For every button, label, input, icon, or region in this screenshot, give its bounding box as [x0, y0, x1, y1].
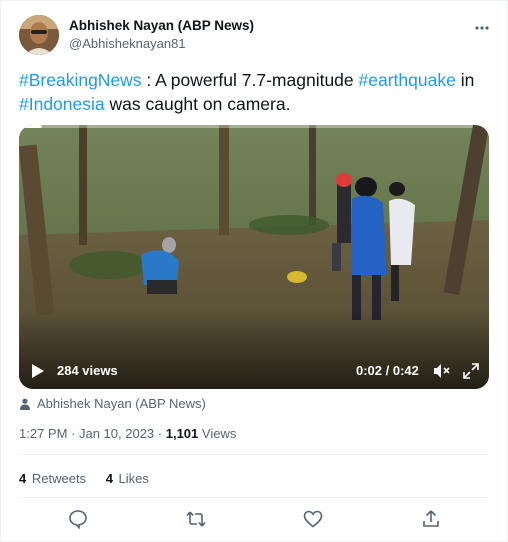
tweet-meta: 1:27 PM · Jan 10, 2023 · 1,101 Views	[19, 426, 236, 441]
author-handle[interactable]: @Abhisheknayan81	[69, 36, 186, 51]
video-view-count: 284 views	[57, 363, 118, 378]
hashtag-link[interactable]: #earthquake	[359, 70, 456, 90]
retweet-icon[interactable]	[185, 508, 207, 530]
play-icon[interactable]	[31, 363, 45, 379]
view-count: 1,101	[165, 426, 199, 441]
volume-muted-icon[interactable]	[433, 363, 451, 379]
video-time: 0:02 / 0:42	[356, 363, 419, 378]
share-icon[interactable]	[420, 508, 442, 530]
engagement-stats: 4 Retweets 4 Likes	[19, 471, 165, 486]
tweet-text-segment: : A powerful 7.7-magnitude	[141, 70, 359, 90]
likes-label: Likes	[118, 471, 149, 486]
fullscreen-icon[interactable]	[463, 363, 479, 379]
tweet-card: Abhishek Nayan (ABP News) @Abhisheknayan…	[0, 0, 508, 542]
divider	[19, 497, 489, 498]
attribution-name: Abhishek Nayan (ABP News)	[37, 396, 206, 411]
reply-icon[interactable]	[67, 508, 89, 530]
divider	[19, 454, 489, 455]
video-frame	[19, 125, 489, 389]
person-icon	[20, 398, 30, 410]
likes-count: 4	[105, 471, 113, 486]
tweet-text-segment: in	[455, 70, 475, 90]
tweet-text-segment: was caught on camera.	[104, 94, 291, 114]
likes-stat[interactable]: 4 Likes	[106, 471, 149, 486]
tweet-time[interactable]: 1:27 PM	[19, 426, 67, 441]
hashtag-link[interactable]: #Indonesia	[19, 94, 105, 114]
meta-separator: ·	[154, 426, 166, 441]
meta-separator: ·	[67, 426, 79, 441]
tweet-date[interactable]: Jan 10, 2023	[79, 426, 154, 441]
video-player[interactable]	[19, 125, 489, 389]
retweets-stat[interactable]: 4 Retweets	[19, 471, 86, 486]
hashtag-link[interactable]: #BreakingNews	[19, 70, 142, 90]
views-label: Views	[198, 426, 237, 441]
retweets-count: 4	[19, 471, 27, 486]
action-bar	[1, 508, 508, 532]
like-icon[interactable]	[302, 508, 324, 530]
more-horizontal-icon[interactable]	[475, 17, 489, 33]
avatar[interactable]	[19, 15, 59, 55]
retweets-label: Retweets	[31, 471, 87, 486]
video-attribution[interactable]: Abhishek Nayan (ABP News)	[19, 396, 206, 411]
video-progress-bar[interactable]	[19, 125, 473, 128]
author-name[interactable]: Abhishek Nayan (ABP News)	[69, 18, 254, 33]
tweet-text: #BreakingNews : A powerful 7.7-magnitude…	[19, 68, 489, 116]
